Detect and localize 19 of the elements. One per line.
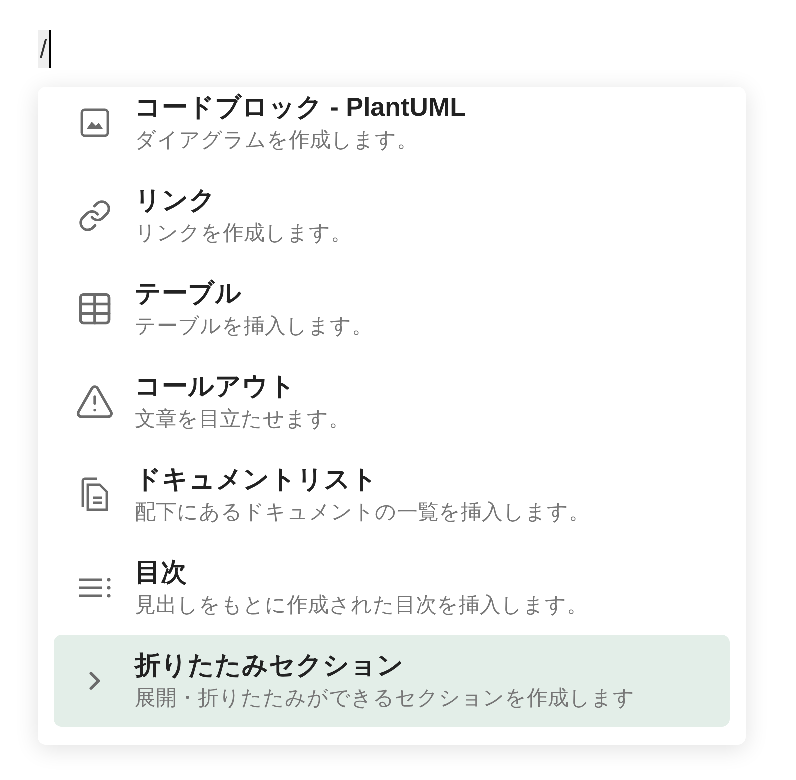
item-description: ダイアグラムを作成します。: [135, 128, 419, 154]
editor-input[interactable]: /: [38, 30, 796, 68]
image-icon: [78, 107, 110, 139]
item-description: 配下にあるドキュメントの一覧を挿入します。: [135, 500, 590, 526]
item-title: ドキュメントリスト: [135, 463, 379, 496]
list-icon: [78, 577, 112, 599]
menu-item[interactable]: 折りたたみセクション 展開・折りたたみができるセクションを作成します: [54, 635, 730, 727]
item-title: コールアウト: [135, 370, 297, 403]
link-icon: [78, 199, 112, 233]
item-title: コードブロック - PlantUML: [135, 91, 466, 124]
item-description: 展開・折りたたみができるセクションを作成します: [135, 686, 635, 712]
item-description: 見出しをもとに作成された目次を挿入します。: [135, 593, 588, 619]
item-description: リンクを作成します。: [135, 221, 352, 247]
item-title: 折りたたみセクション: [135, 649, 405, 682]
item-title: テーブル: [135, 277, 243, 310]
item-title: 目次: [135, 556, 188, 589]
item-title: リンク: [135, 184, 217, 217]
item-description: 文章を目立たせます。: [135, 407, 350, 433]
item-description: テーブルを挿入します。: [135, 314, 373, 340]
